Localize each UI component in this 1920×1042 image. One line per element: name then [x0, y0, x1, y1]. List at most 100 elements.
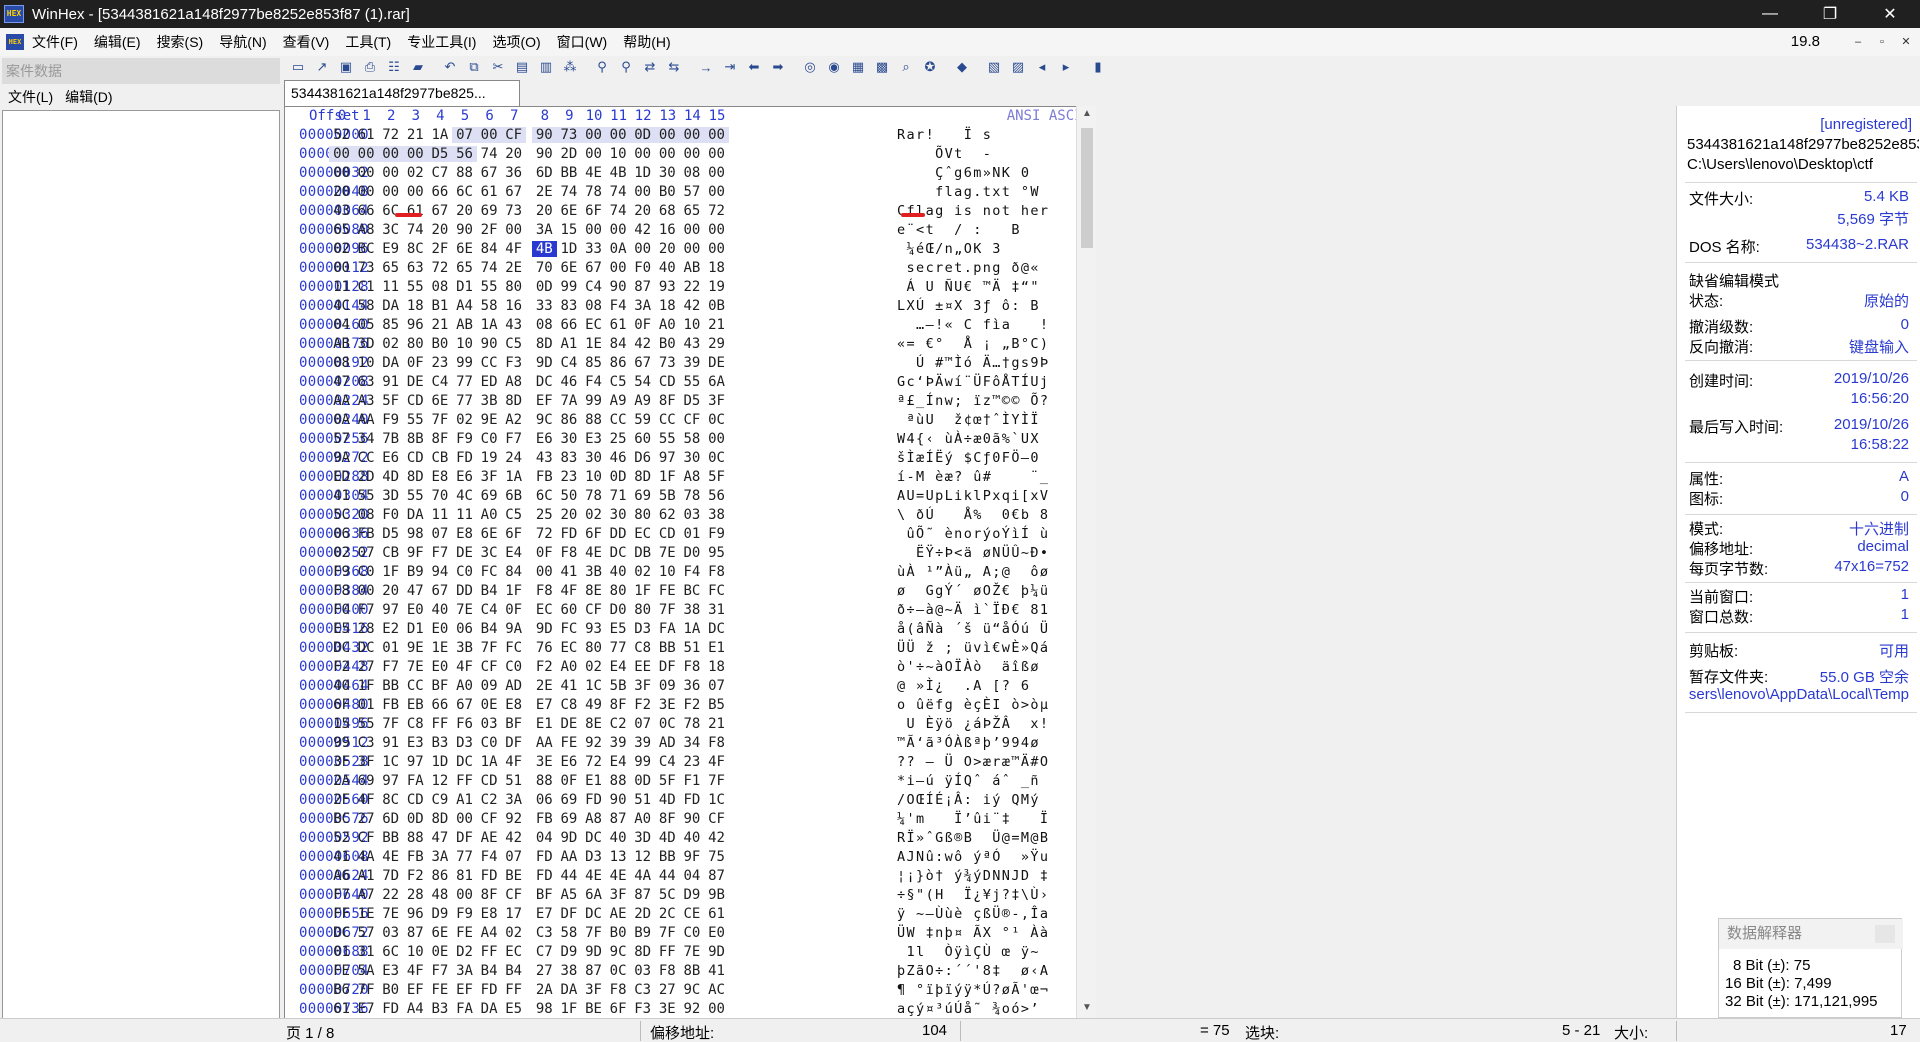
- hex-byte[interactable]: 00: [354, 184, 379, 200]
- hex-byte[interactable]: 04: [329, 317, 354, 333]
- hex-byte[interactable]: A2: [501, 412, 526, 428]
- goto-sector-icon[interactable]: ⇥: [720, 58, 740, 76]
- hex-byte[interactable]: 9F: [403, 545, 428, 561]
- hex-byte[interactable]: 56: [452, 146, 477, 162]
- hex-byte[interactable]: 1F: [556, 1001, 581, 1017]
- hex-byte[interactable]: 4F: [354, 792, 379, 808]
- hex-byte[interactable]: 69: [556, 811, 581, 827]
- hex-byte[interactable]: 01: [329, 944, 354, 960]
- hex-byte[interactable]: 2A: [532, 982, 557, 998]
- hex-byte[interactable]: AE: [606, 906, 631, 922]
- hex-byte[interactable]: F9: [329, 564, 354, 580]
- hex-byte[interactable]: B4: [477, 621, 502, 637]
- close-button[interactable]: ✕: [1860, 0, 1920, 28]
- hex-byte[interactable]: F2: [630, 697, 655, 713]
- hex-byte[interactable]: 69: [477, 488, 502, 504]
- hex-byte[interactable]: F6: [452, 716, 477, 732]
- hex-byte[interactable]: 9E: [403, 640, 428, 656]
- hex-byte[interactable]: 6D: [532, 165, 557, 181]
- hex-byte[interactable]: E0: [704, 925, 729, 941]
- hex-byte[interactable]: 86: [556, 412, 581, 428]
- hex-byte[interactable]: 99: [452, 355, 477, 371]
- hex-byte[interactable]: FD: [679, 792, 704, 808]
- hex-byte[interactable]: 99: [581, 393, 606, 409]
- hex-byte[interactable]: 43: [679, 336, 704, 352]
- hex-byte[interactable]: E0: [403, 602, 428, 618]
- hex-byte[interactable]: 4F: [452, 659, 477, 675]
- hex-byte[interactable]: DD: [606, 526, 631, 542]
- hex-byte[interactable]: C0: [477, 735, 502, 751]
- hex-byte[interactable]: 20: [655, 241, 680, 257]
- hex-byte[interactable]: 00: [378, 146, 404, 162]
- hex-byte[interactable]: 09: [477, 678, 502, 694]
- ascii-text[interactable]: ÷§"(H Ï¿¥j?‡\Ù›: [897, 887, 1084, 903]
- hex-byte[interactable]: 83: [556, 298, 581, 314]
- hex-byte[interactable]: 56: [704, 488, 729, 504]
- hex-byte[interactable]: B0: [606, 925, 631, 941]
- hex-byte[interactable]: F8: [329, 583, 354, 599]
- menu-view[interactable]: 查看(V): [275, 28, 338, 56]
- hex-byte[interactable]: 21: [704, 317, 729, 333]
- hex-byte[interactable]: 47: [427, 830, 452, 846]
- hex-byte[interactable]: 47: [403, 583, 428, 599]
- hex-byte[interactable]: 00: [353, 146, 379, 162]
- hex-byte[interactable]: B0: [378, 982, 403, 998]
- hex-byte[interactable]: AD: [501, 678, 526, 694]
- hex-byte[interactable]: 28: [354, 621, 379, 637]
- save-icon[interactable]: ▣: [336, 58, 356, 76]
- hex-byte[interactable]: BB: [378, 830, 403, 846]
- hex-byte[interactable]: E6: [378, 450, 403, 466]
- hex-byte[interactable]: A8: [501, 374, 526, 390]
- hex-byte[interactable]: 4E: [581, 165, 606, 181]
- hex-byte[interactable]: DF: [501, 735, 526, 751]
- hex-byte[interactable]: 31: [704, 602, 729, 618]
- hex-byte[interactable]: 1F: [354, 678, 379, 694]
- hex-byte[interactable]: 51: [501, 773, 526, 789]
- hex-byte[interactable]: 00: [704, 146, 729, 162]
- scroll-up-icon[interactable]: ▲: [1077, 108, 1097, 122]
- hex-byte[interactable]: 7E: [452, 602, 477, 618]
- case-tree[interactable]: [2, 110, 280, 1042]
- hex-byte[interactable]: FC: [704, 583, 729, 599]
- hex-byte[interactable]: CF: [501, 127, 527, 143]
- ascii-text[interactable]: Cflag is not her: [897, 203, 1084, 219]
- hex-byte[interactable]: F8: [556, 545, 581, 561]
- forward-icon[interactable]: ➡: [768, 58, 788, 76]
- menu-pro-tools[interactable]: 专业工具(I): [399, 28, 484, 56]
- hex-byte[interactable]: 72: [581, 754, 606, 770]
- hex-byte[interactable]: D3: [630, 621, 655, 637]
- hex-byte[interactable]: AE: [477, 830, 502, 846]
- hex-byte[interactable]: F4: [477, 849, 502, 865]
- hex-byte[interactable]: F9: [704, 526, 729, 542]
- hex-byte[interactable]: CF: [354, 830, 379, 846]
- hex-byte[interactable]: 88: [581, 412, 606, 428]
- hex-byte[interactable]: CD: [655, 374, 680, 390]
- hex-byte[interactable]: FB: [354, 526, 379, 542]
- hex-byte[interactable]: 4D: [655, 792, 680, 808]
- hex-byte[interactable]: E4: [606, 659, 631, 675]
- hex-byte[interactable]: AD: [655, 735, 680, 751]
- menu-tools[interactable]: 工具(T): [337, 28, 399, 56]
- hex-byte[interactable]: 18: [655, 298, 680, 314]
- hex-byte[interactable]: 10: [581, 469, 606, 485]
- hex-byte[interactable]: C9: [427, 792, 452, 808]
- hex-byte[interactable]: DC: [354, 640, 379, 656]
- hex-byte[interactable]: BF: [501, 716, 526, 732]
- hex-byte[interactable]: 3A: [501, 792, 526, 808]
- hex-byte[interactable]: 65: [452, 260, 477, 276]
- hex-byte[interactable]: 02: [501, 925, 526, 941]
- hex-byte[interactable]: 63: [403, 260, 428, 276]
- hex-byte[interactable]: 22: [679, 279, 704, 295]
- hex-byte[interactable]: 90: [477, 336, 502, 352]
- hex-byte[interactable]: 49: [581, 697, 606, 713]
- hex-byte[interactable]: 9D: [532, 355, 557, 371]
- hex-byte[interactable]: FF: [329, 906, 354, 922]
- hex-byte[interactable]: FD: [378, 1001, 403, 1017]
- hex-byte[interactable]: E1: [581, 773, 606, 789]
- hex-byte[interactable]: 55: [403, 279, 428, 295]
- hex-byte[interactable]: 97: [378, 773, 403, 789]
- hex-byte[interactable]: 87: [630, 887, 655, 903]
- hex-byte[interactable]: 93: [581, 621, 606, 637]
- hex-byte[interactable]: 15: [556, 222, 581, 238]
- hex-byte[interactable]: 78: [581, 488, 606, 504]
